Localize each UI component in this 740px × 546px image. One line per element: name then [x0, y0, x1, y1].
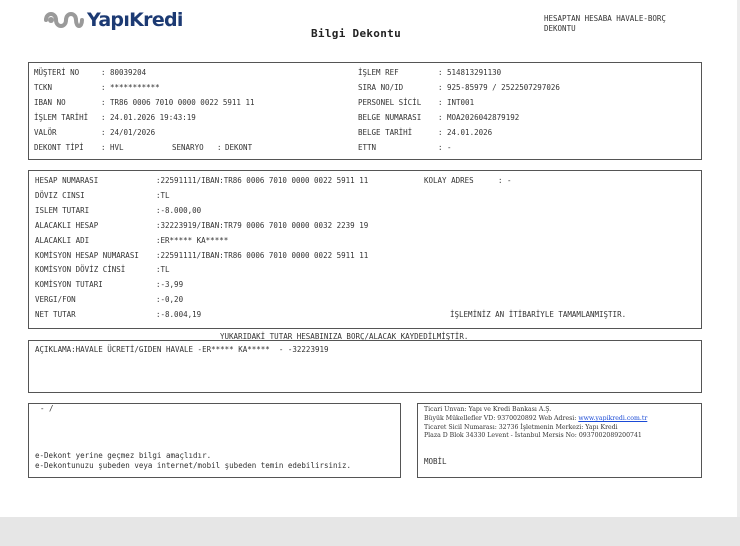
info-label: ETTN	[358, 143, 377, 152]
info-label: DEKONT TİPİ	[34, 143, 84, 152]
page-title: Bilgi Dekontu	[311, 27, 401, 40]
info-label: TCKN	[34, 83, 53, 92]
alacakli-adi-value: :ER***** KA*****	[156, 236, 229, 245]
detail-label: KOMİSYON TUTARI	[35, 280, 103, 289]
info-label: MÜŞTERİ NO	[34, 68, 80, 77]
bank-line1: Ticari Unvan: Yapı ve Kredi Bankası A.Ş.	[424, 406, 552, 413]
value-text: TL	[160, 191, 170, 200]
komisyon-tutari-value: :-3,99	[156, 280, 184, 289]
colon: :	[498, 176, 503, 185]
hesap-numarasi-value: :22591111/IBAN:TR86 0006 7010 0000 0022 …	[156, 176, 369, 185]
bank-line2-prefix: Büyük Mükellefler VD: 9370020892 Web Adr…	[424, 415, 579, 422]
yapikredi-logo-icon	[44, 12, 84, 28]
info-label: BELGE TARİHİ	[358, 128, 413, 137]
belge-tarihi-value: 24.01.2026	[447, 128, 493, 137]
value-text: -8.004,19	[160, 310, 202, 319]
komisyon-hesap-value: :22591111/IBAN:TR86 0006 7010 0000 0022 …	[156, 251, 369, 260]
value-text: TL	[160, 265, 170, 274]
colon: :	[101, 128, 106, 137]
colon: :	[438, 113, 443, 122]
value-text: -3,99	[160, 280, 184, 289]
bank-web-link[interactable]: www.yapikredi.com.tr	[578, 415, 647, 422]
value-text: 22591111/IBAN:TR86 0006 7010 0000 0022 5…	[160, 176, 369, 185]
completion-note: İŞLEMİNİZ AN İTİBARİYLE TAMAMLANMIŞTIR.	[450, 310, 627, 319]
info-label: PERSONEL SİCİL	[358, 98, 422, 107]
header-note: HESAPTAN HESABA HAVALE-BORÇ DEKONTU	[544, 14, 704, 33]
detail-label: ALACAKLI HESAP	[35, 221, 99, 230]
iban-value: TR86 0006 7010 0000 0022 5911 11	[110, 98, 255, 107]
value-text: -0,20	[160, 295, 184, 304]
bank-line2: Büyük Mükellefler VD: 9370020892 Web Adr…	[424, 415, 647, 423]
islem-ref-value: 514813291130	[447, 68, 502, 77]
komisyon-doviz-value: :TL	[156, 265, 170, 274]
colon: :	[101, 143, 106, 152]
value-text: -8.000,00	[160, 206, 202, 215]
ettn-value: -	[447, 143, 452, 152]
info-label: SIRA NO/ID	[358, 83, 404, 92]
colon: :	[438, 83, 443, 92]
doviz-cinsi-value: :TL	[156, 191, 170, 200]
musteri-no-value: 80039204	[110, 68, 147, 77]
colon: :	[101, 113, 106, 122]
colon: :	[101, 83, 106, 92]
mobil-label: MOBİL	[424, 457, 447, 466]
aciklama-text: AÇIKLAMA:HAVALE ÜCRETİ/GIDEN HAVALE -ER*…	[35, 345, 329, 354]
net-tutar-value: :-8.004,19	[156, 310, 202, 319]
yapikredi-logo: YapıKredi	[42, 7, 183, 33]
details-box	[28, 170, 702, 329]
detail-label: KOMİSYON DÖVİZ CİNSİ	[35, 265, 126, 274]
header-note-line1: HESAPTAN HESABA HAVALE-BORÇ	[544, 14, 666, 23]
notice-dash: - /	[40, 404, 54, 413]
kolay-adres-value: -	[507, 176, 512, 185]
kolay-adres-label: KOLAY ADRES	[424, 176, 474, 185]
info-label: İŞLEM TARİHİ	[34, 113, 89, 122]
colon: :	[101, 68, 106, 77]
belge-numarasi-value: MOA2026042879192	[447, 113, 520, 122]
dekont-tipi-value: HVL	[110, 143, 124, 152]
detail-label: ALACAKLI ADI	[35, 236, 90, 245]
header-note-line2: DEKONTU	[544, 23, 576, 33]
info-label: BELGE NUMARASI	[358, 113, 422, 122]
bank-line4: Plaza D Blok 34330 Levent - İstanbul Mer…	[424, 432, 642, 439]
notice-line1: e-Dekont yerine geçmez bilgi amaçlıdır.	[35, 451, 212, 460]
colon: :	[438, 128, 443, 137]
detail-label: KOMİSYON HESAP NUMARASI	[35, 251, 139, 260]
info-label: İŞLEM REF	[358, 68, 399, 77]
tckn-value: ***********	[110, 83, 160, 92]
senaryo-label: SENARYO	[172, 143, 204, 152]
detail-label: ISLEM TUTARI	[35, 206, 90, 215]
detail-label: VERGI/FON	[35, 295, 76, 304]
bank-line3: Ticaret Sicil Numarası: 32736 İşletmenin…	[424, 424, 618, 431]
detail-label: NET TUTAR	[35, 310, 76, 319]
detail-label: DÖVIZ CINSI	[35, 191, 85, 200]
colon: :	[101, 98, 106, 107]
value-text: ER***** KA*****	[160, 236, 229, 245]
detail-label: HESAP NUMARASI	[35, 176, 99, 185]
colon: :	[438, 98, 443, 107]
islem-tarihi-value: 24.01.2026 19:43:19	[110, 113, 196, 122]
valor-value: 24/01/2026	[110, 128, 156, 137]
senaryo-value: DEKONT	[225, 143, 253, 152]
value-text: 32223919/IBAN:TR79 0006 7010 0000 0032 2…	[160, 221, 369, 230]
info-label: VALÖR	[34, 128, 57, 137]
alacakli-hesap-value: :32223919/IBAN:TR79 0006 7010 0000 0032 …	[156, 221, 369, 230]
notice-line2: e-Dekontunuzu şubeden veya internet/mobi…	[35, 461, 352, 470]
colon: :	[438, 143, 443, 152]
colon: :	[438, 68, 443, 77]
sira-no-value: 925-85979 / 2522507297026	[447, 83, 560, 92]
personel-sicil-value: INT001	[447, 98, 475, 107]
value-text: 22591111/IBAN:TR86 0006 7010 0000 0022 5…	[160, 251, 369, 260]
logo-wordmark: YapıKredi	[87, 9, 183, 31]
footer-bar	[0, 517, 740, 546]
islem-tutari-value: :-8.000,00	[156, 206, 202, 215]
info-label: IBAN NO	[34, 98, 66, 107]
colon: :	[217, 143, 222, 152]
vergi-fon-value: :-0,20	[156, 295, 184, 304]
